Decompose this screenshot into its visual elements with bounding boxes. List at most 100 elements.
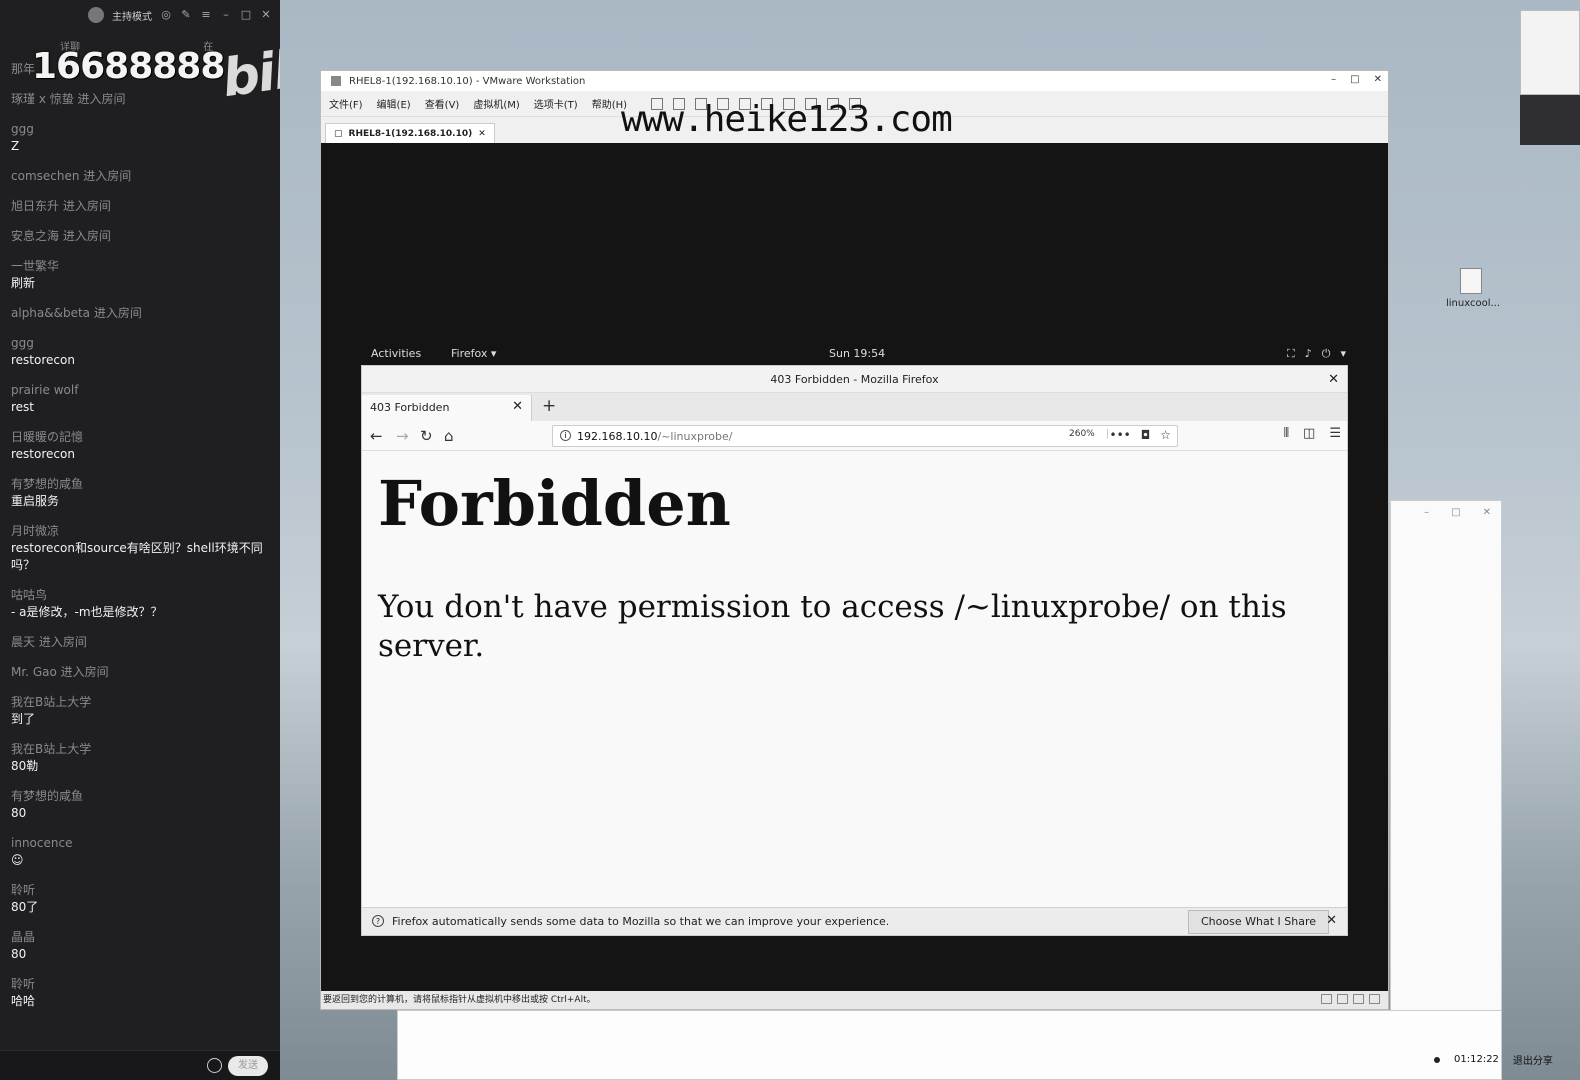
chat-message: 我在B站上大学 80勒 bbox=[11, 740, 274, 775]
chat-text: 刷新 bbox=[11, 276, 36, 290]
chat-text: 80了 bbox=[11, 900, 39, 914]
chat-message: Mr. Gao 进入房间 bbox=[11, 663, 274, 681]
chat-username[interactable]: comsechen 进入房间 bbox=[11, 167, 274, 185]
side-window-top[interactable] bbox=[1520, 10, 1580, 95]
library-icon[interactable]: ⫴ bbox=[1284, 426, 1289, 441]
close-icon[interactable]: ✕ bbox=[260, 9, 272, 21]
minimize-icon[interactable]: – bbox=[220, 9, 232, 21]
tab-close-icon[interactable]: ✕ bbox=[512, 399, 523, 414]
firefox-tab[interactable]: 403 Forbidden ✕ bbox=[362, 395, 532, 421]
vm-tab[interactable]: ▢ RHEL8-1(192.168.10.10) ✕ bbox=[325, 122, 495, 145]
close-icon[interactable]: ✕ bbox=[1483, 507, 1491, 518]
choose-what-i-share-button[interactable]: Choose What I Share bbox=[1188, 910, 1329, 934]
settings-icon[interactable]: ◎ bbox=[160, 9, 172, 21]
exit-share-button[interactable]: 退出分享 bbox=[1513, 1052, 1553, 1067]
firefox-app-menu[interactable]: Firefox ▾ bbox=[451, 347, 496, 360]
menu-icon[interactable]: ≡ bbox=[200, 9, 212, 21]
data-notification-bar: ? Firefox automatically sends some data … bbox=[362, 907, 1347, 935]
menu-vm[interactable]: 虚拟机(M) bbox=[473, 96, 519, 111]
emoji-icon[interactable] bbox=[207, 1058, 222, 1073]
chat-message: 有梦想的咸鱼 80 bbox=[11, 787, 274, 822]
zoom-level[interactable]: 260% bbox=[1069, 429, 1108, 439]
sidebar-icon[interactable]: ◫ bbox=[1303, 426, 1315, 441]
chat-username[interactable]: 晨天 进入房间 bbox=[11, 633, 274, 651]
network-adapter-icon[interactable] bbox=[1353, 994, 1364, 1004]
chat-username[interactable]: 咕咕鸟 bbox=[11, 586, 274, 604]
chat-username[interactable]: alpha&&beta 进入房间 bbox=[11, 304, 274, 322]
bookmark-star-icon[interactable]: ☆ bbox=[1160, 428, 1171, 442]
system-status-area[interactable]: ⛶ ♪ ⏻ ▾ bbox=[1287, 347, 1346, 361]
menu-tabs[interactable]: 选项卡(T) bbox=[534, 96, 578, 111]
host-avatar[interactable] bbox=[88, 7, 104, 23]
minimize-button[interactable]: – bbox=[1331, 74, 1336, 85]
close-icon[interactable]: ✕ bbox=[1328, 366, 1339, 393]
chat-username[interactable]: Mr. Gao 进入房间 bbox=[11, 663, 274, 681]
maximize-icon[interactable]: □ bbox=[1451, 507, 1460, 518]
chat-username[interactable]: ggg bbox=[11, 120, 274, 138]
chat-username[interactable]: 聆听 bbox=[11, 881, 274, 899]
vm-screen[interactable]: Activities Firefox ▾ Sun 19:54 ⛶ ♪ ⏻ ▾ 4… bbox=[321, 143, 1388, 993]
close-icon[interactable]: ✕ bbox=[1326, 913, 1337, 928]
url-actions: ••• ◘ ☆ bbox=[1110, 428, 1172, 442]
pocket-icon[interactable]: ◘ bbox=[1141, 428, 1151, 442]
device-icons bbox=[1321, 994, 1380, 1004]
hdd-icon[interactable] bbox=[1321, 994, 1332, 1004]
chat-message: 日暖暖の記憶 restorecon bbox=[11, 428, 274, 463]
chat-username[interactable]: 我在B站上大学 bbox=[11, 740, 274, 758]
maximize-button[interactable]: □ bbox=[1350, 74, 1359, 85]
menu-edit[interactable]: 编辑(E) bbox=[377, 96, 411, 111]
url-bar[interactable]: i 192.168.10.10/~linuxprobe/ 260% ••• ◘ … bbox=[552, 425, 1178, 447]
page-actions-icon[interactable]: ••• bbox=[1110, 428, 1131, 442]
activities-button[interactable]: Activities bbox=[371, 347, 421, 360]
side-window-dark bbox=[1520, 95, 1580, 145]
side-window-white[interactable]: – □ ✕ bbox=[1390, 500, 1502, 1080]
send-button[interactable]: 发送 bbox=[228, 1056, 268, 1076]
vm-tab-icon: ▢ bbox=[334, 129, 343, 139]
chat-username[interactable]: 一世繁华 bbox=[11, 257, 274, 275]
cd-icon[interactable] bbox=[1337, 994, 1348, 1004]
hamburger-menu-icon[interactable]: ☰ bbox=[1329, 426, 1341, 441]
chat-username[interactable]: 我在B站上大学 bbox=[11, 693, 274, 711]
chat-username[interactable]: 有梦想的咸鱼 bbox=[11, 475, 274, 493]
page-message: You don't have permission to access /~li… bbox=[378, 589, 1287, 664]
minimize-icon[interactable]: – bbox=[1424, 507, 1429, 518]
chat-text: Z bbox=[11, 139, 20, 153]
chat-username[interactable]: 晶晶 bbox=[11, 928, 274, 946]
info-icon[interactable]: i bbox=[560, 430, 571, 441]
host-mode-label: 主持模式 bbox=[112, 11, 152, 23]
close-button[interactable]: ✕ bbox=[1374, 74, 1382, 85]
back-icon[interactable]: ← bbox=[370, 427, 383, 445]
chat-titlebar: 主持模式 ◎ ✎ ≡ – □ ✕ bbox=[0, 0, 280, 30]
chat-message: 安息之海 进入房间 bbox=[11, 227, 274, 245]
chat-username[interactable]: 聆听 bbox=[11, 975, 274, 993]
chat-input-bar[interactable]: 发送 bbox=[0, 1050, 280, 1080]
chat-username[interactable]: 有梦想的咸鱼 bbox=[11, 787, 274, 805]
chat-username[interactable]: 日暖暖の記憶 bbox=[11, 428, 274, 446]
chat-username[interactable]: innocence bbox=[11, 834, 274, 852]
new-tab-icon[interactable]: + bbox=[542, 396, 556, 416]
home-icon[interactable]: ⌂ bbox=[444, 427, 454, 445]
chat-username[interactable]: 安息之海 进入房间 bbox=[11, 227, 274, 245]
chat-message-list: 那年 琢瑾 ⅹ 惊蛰 进入房间 ggg Zcomsechen 进入房间 旭日东升 进入房… bbox=[11, 60, 274, 1022]
chat-message: 聆听 80了 bbox=[11, 881, 274, 916]
chevron-down-icon: ▾ bbox=[1340, 347, 1346, 360]
clock[interactable]: Sun 19:54 bbox=[829, 347, 885, 360]
vm-tab-close-icon[interactable]: ✕ bbox=[478, 129, 486, 139]
chat-username[interactable]: ggg bbox=[11, 334, 274, 352]
url-text[interactable]: 192.168.10.10/~linuxprobe/ bbox=[577, 430, 732, 443]
edit-icon[interactable]: ✎ bbox=[180, 9, 192, 21]
menu-file[interactable]: 文件(F) bbox=[329, 96, 363, 111]
chat-username[interactable]: prairie wolf bbox=[11, 381, 274, 399]
file-icon[interactable] bbox=[1460, 268, 1482, 294]
menu-view[interactable]: 查看(V) bbox=[425, 96, 460, 111]
forward-icon[interactable]: → bbox=[396, 427, 409, 445]
overlay-number: 16688888 bbox=[32, 46, 225, 87]
display-icon[interactable] bbox=[1369, 994, 1380, 1004]
reload-icon[interactable]: ↻ bbox=[420, 427, 433, 445]
maximize-icon[interactable]: □ bbox=[240, 9, 252, 21]
chat-username[interactable]: 旭日东升 进入房间 bbox=[11, 197, 274, 215]
chat-username[interactable]: 月时微凉 bbox=[11, 522, 274, 540]
chat-message: 咕咕鸟 - a是修改，-m也是修改？？ bbox=[11, 586, 274, 621]
chat-text: rest bbox=[11, 400, 35, 414]
desktop-file-label[interactable]: linuxcool... bbox=[1446, 298, 1500, 309]
